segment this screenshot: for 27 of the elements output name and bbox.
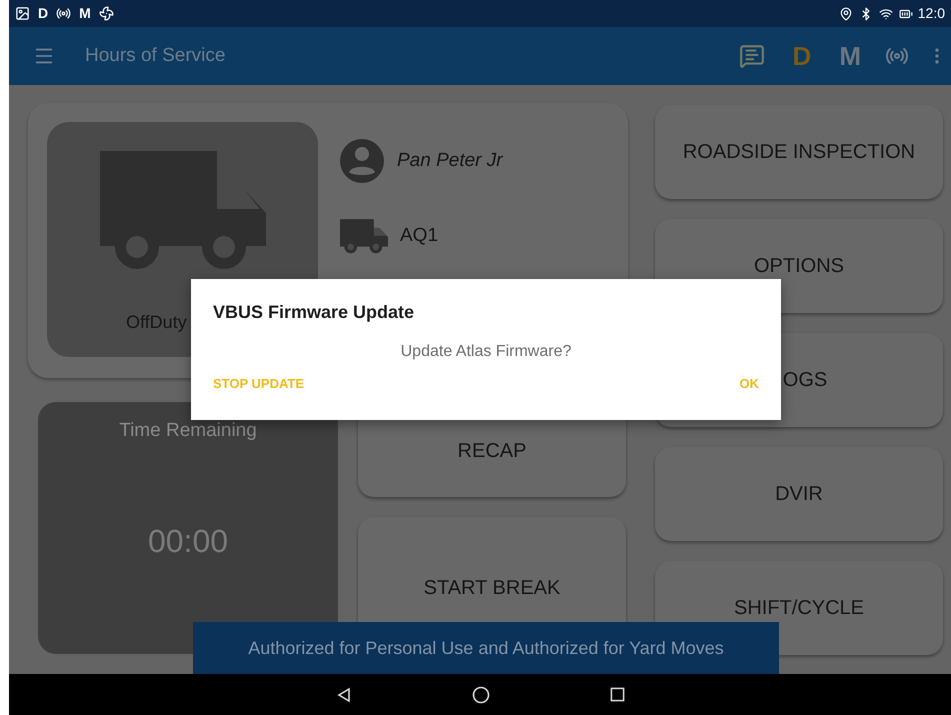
dialog-button[interactable]: OK (740, 374, 759, 394)
vehicle-id: AQ1 (400, 224, 438, 248)
message-icon[interactable] (738, 43, 765, 69)
dialog-button[interactable]: STOP UPDATE (213, 374, 304, 394)
antenna-icon (56, 6, 72, 21)
home-icon[interactable] (472, 686, 490, 704)
avatar-icon (340, 139, 384, 183)
fan-icon (98, 6, 114, 21)
time-remaining-label: Time Remaining (119, 419, 257, 443)
menu-button[interactable]: ROADSIDE INSPECTION (655, 105, 943, 199)
dialog-message: Update Atlas Firmware? (400, 342, 572, 362)
duty-letter[interactable]: D (792, 36, 812, 76)
recents-icon[interactable] (610, 687, 624, 702)
status-letter: M (79, 4, 91, 23)
status-letter: D (38, 4, 48, 23)
truck-icon (100, 151, 266, 271)
menu-button[interactable]: DVIR (655, 447, 943, 541)
truck-icon (340, 219, 388, 254)
mode-letter[interactable]: M (839, 36, 861, 76)
app-title: Hours of Service (85, 44, 226, 68)
driver-name: Pan Peter Jr (397, 148, 503, 173)
clock: 12:0 (918, 4, 945, 23)
wifi-icon (878, 6, 893, 20)
image-icon (15, 6, 30, 21)
location-icon (838, 6, 853, 20)
time-remaining-value: 00:00 (148, 522, 228, 560)
back-icon[interactable] (336, 686, 352, 702)
